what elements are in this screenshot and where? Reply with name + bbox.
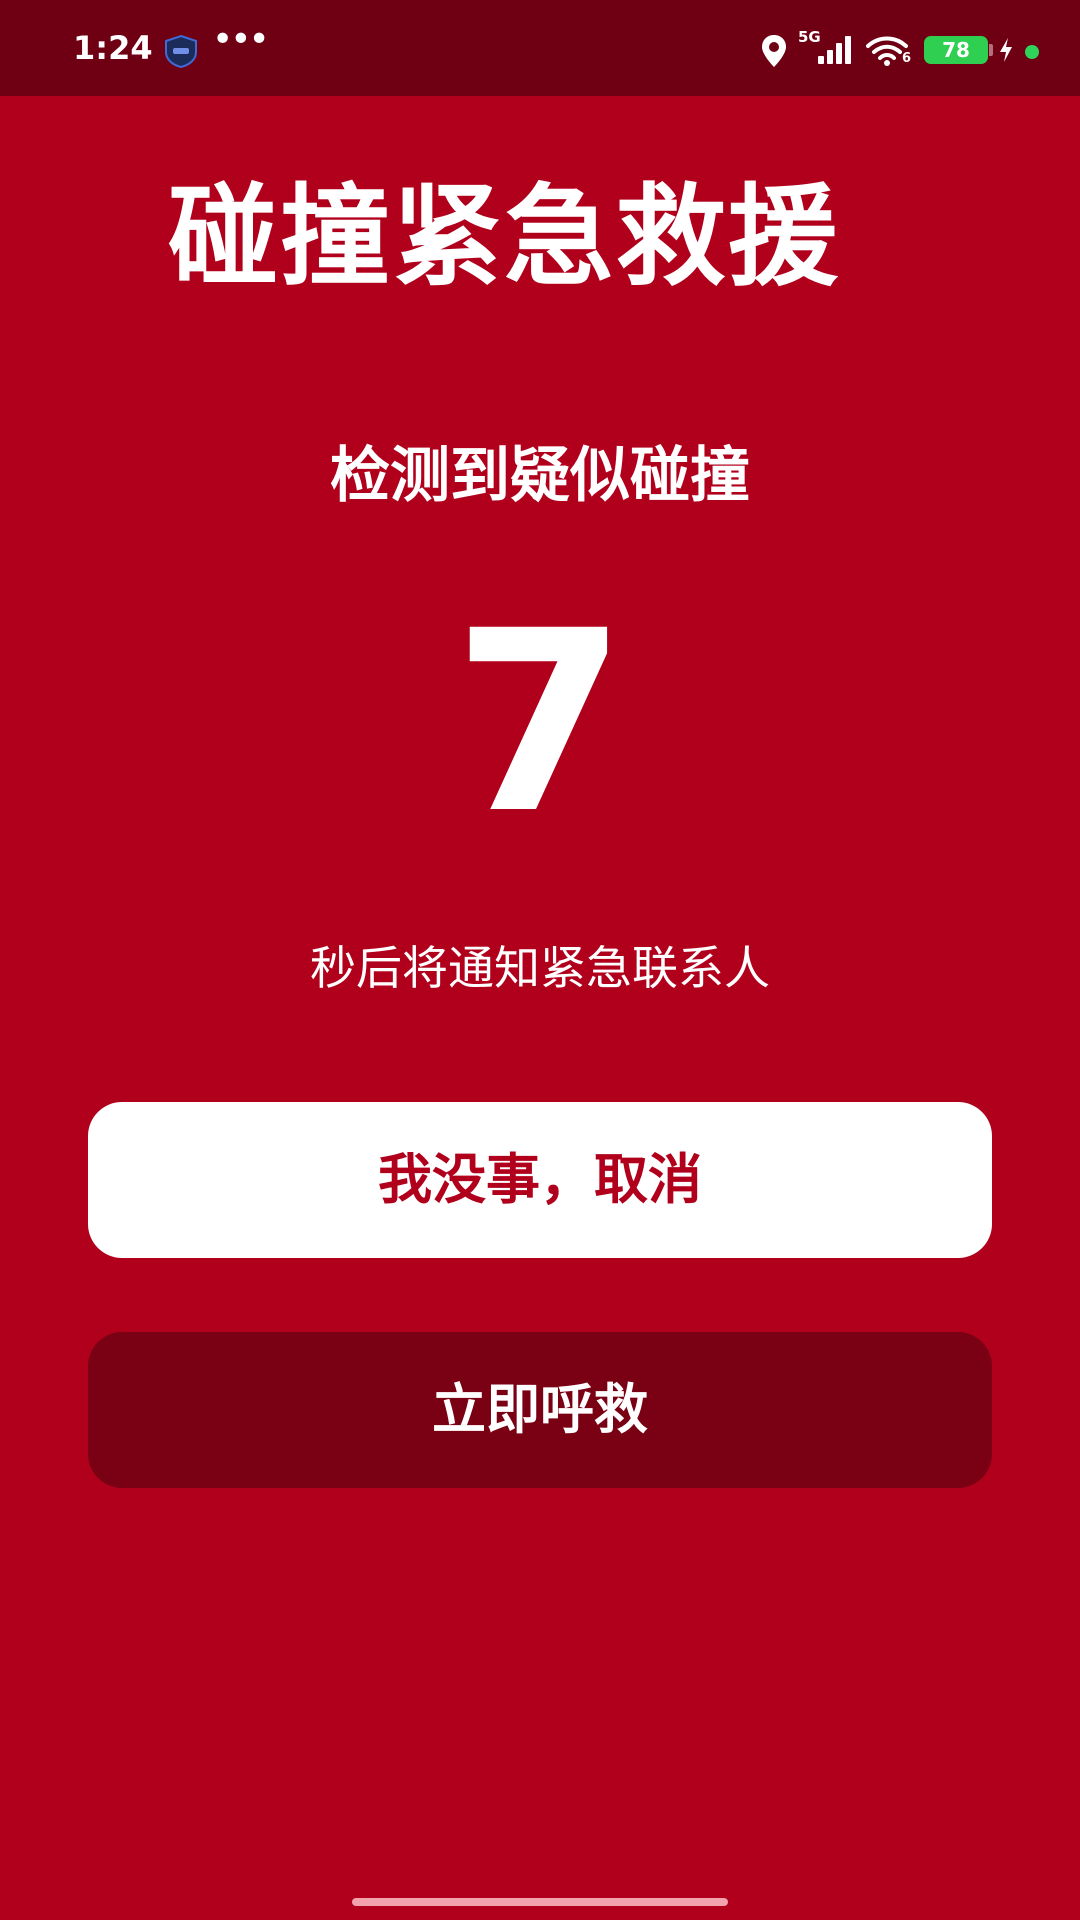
cancel-button[interactable]: 我没事，取消: [88, 1102, 992, 1258]
countdown-number: 7: [453, 577, 627, 868]
charging-icon: [1000, 38, 1012, 62]
privacy-indicator-dot: [1025, 45, 1039, 59]
battery-indicator: 78: [924, 36, 988, 64]
more-notifications-indicator: •••: [212, 19, 270, 60]
call-for-help-button[interactable]: 立即呼救: [88, 1332, 992, 1488]
status-bar: 1:24 ••• 5G 6 78: [0, 0, 1080, 96]
wifi-standard-label: 6: [902, 51, 912, 66]
page-title: 碰撞紧急救援: [168, 173, 840, 301]
shield-app-icon: [165, 34, 197, 68]
alert-heading: 检测到疑似碰撞: [330, 441, 750, 511]
signal-icon: [818, 36, 851, 64]
emergency-screen: 1:24 ••• 5G 6 78 碰撞紧急救援 检测到疑似碰撞 7 秒后将通知紧…: [0, 0, 1080, 1920]
location-icon: [762, 35, 786, 67]
battery-cap: [989, 44, 993, 56]
countdown-message: 秒后将通知紧急联系人: [310, 941, 770, 995]
home-indicator[interactable]: [352, 1898, 728, 1906]
status-time: 1:24: [73, 29, 153, 67]
